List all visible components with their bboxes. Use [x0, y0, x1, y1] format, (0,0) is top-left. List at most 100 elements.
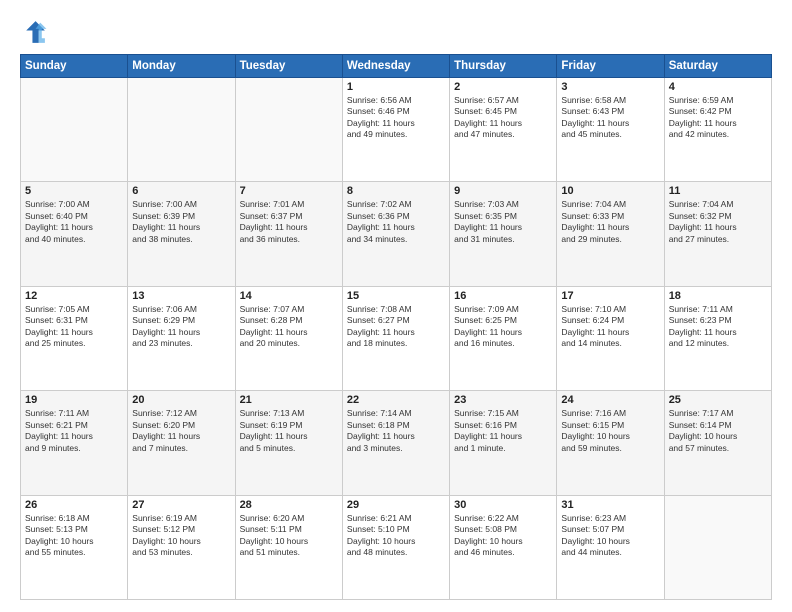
day-info: Sunrise: 7:17 AM Sunset: 6:14 PM Dayligh…	[669, 408, 767, 454]
day-number: 22	[347, 394, 445, 406]
calendar-cell: 6 Sunrise: 7:00 AM Sunset: 6:39 PM Daylig…	[128, 182, 235, 286]
day-info: Sunrise: 7:13 AM Sunset: 6:19 PM Dayligh…	[240, 408, 338, 454]
calendar-cell: 12Sunrise: 7:05 AM Sunset: 6:31 PM Dayli…	[21, 286, 128, 390]
day-number: 31	[561, 499, 659, 511]
day-number: 29	[347, 499, 445, 511]
day-number: 8	[347, 185, 445, 197]
calendar-cell: 25 Sunrise: 7:17 AM Sunset: 6:14 PM Dayli…	[664, 391, 771, 495]
weekday-header-row: SundayMondayTuesdayWednesdayThursdayFrid…	[21, 55, 772, 78]
day-info: Sunrise: 6:20 AM Sunset: 5:11 PM Dayligh…	[240, 513, 338, 559]
day-info: Sunrise: 7:06 AM Sunset: 6:29 PM Dayligh…	[132, 304, 230, 350]
day-info: Sunrise: 7:12 AM Sunset: 6:20 PM Dayligh…	[132, 408, 230, 454]
day-number: 6	[132, 185, 230, 197]
header	[20, 18, 772, 46]
day-info: Sunrise: 7:09 AM Sunset: 6:25 PM Dayligh…	[454, 304, 552, 350]
day-number: 23	[454, 394, 552, 406]
calendar-cell: 7 Sunrise: 7:01 AM Sunset: 6:37 PM Daylig…	[235, 182, 342, 286]
day-number: 19	[25, 394, 123, 406]
day-info: Sunrise: 7:04 AM Sunset: 6:33 PM Dayligh…	[561, 199, 659, 245]
day-info: Sunrise: 7:10 AM Sunset: 6:24 PM Dayligh…	[561, 304, 659, 350]
calendar-cell: 13Sunrise: 7:06 AM Sunset: 6:29 PM Dayli…	[128, 286, 235, 390]
day-number: 30	[454, 499, 552, 511]
weekday-header-sunday: Sunday	[21, 55, 128, 78]
day-number: 21	[240, 394, 338, 406]
day-number: 14	[240, 290, 338, 302]
calendar-cell: 10 Sunrise: 7:04 AM Sunset: 6:33 PM Dayli…	[557, 182, 664, 286]
day-info: Sunrise: 7:00 AM Sunset: 6:39 PM Dayligh…	[132, 199, 230, 245]
weekday-header-tuesday: Tuesday	[235, 55, 342, 78]
week-row-2: 5 Sunrise: 7:00 AM Sunset: 6:40 PM Daylig…	[21, 182, 772, 286]
calendar-cell: 2Sunrise: 6:57 AM Sunset: 6:45 PM Daylig…	[450, 78, 557, 182]
calendar-cell	[664, 495, 771, 599]
day-info: Sunrise: 7:05 AM Sunset: 6:31 PM Dayligh…	[25, 304, 123, 350]
day-number: 11	[669, 185, 767, 197]
logo-icon	[20, 18, 48, 46]
calendar-cell: 28Sunrise: 6:20 AM Sunset: 5:11 PM Dayli…	[235, 495, 342, 599]
calendar-cell: 30 Sunrise: 6:22 AM Sunset: 5:08 PM Dayli…	[450, 495, 557, 599]
day-number: 4	[669, 81, 767, 93]
day-info: Sunrise: 6:57 AM Sunset: 6:45 PM Dayligh…	[454, 95, 552, 141]
day-number: 1	[347, 81, 445, 93]
calendar-cell: 18 Sunrise: 7:11 AM Sunset: 6:23 PM Dayli…	[664, 286, 771, 390]
weekday-header-monday: Monday	[128, 55, 235, 78]
calendar-cell: 21 Sunrise: 7:13 AM Sunset: 6:19 PM Dayli…	[235, 391, 342, 495]
calendar-cell: 15Sunrise: 7:08 AM Sunset: 6:27 PM Dayli…	[342, 286, 449, 390]
day-number: 3	[561, 81, 659, 93]
calendar-cell: 23Sunrise: 7:15 AM Sunset: 6:16 PM Dayli…	[450, 391, 557, 495]
day-info: Sunrise: 6:21 AM Sunset: 5:10 PM Dayligh…	[347, 513, 445, 559]
calendar-cell: 19 Sunrise: 7:11 AM Sunset: 6:21 PM Dayli…	[21, 391, 128, 495]
week-row-3: 12Sunrise: 7:05 AM Sunset: 6:31 PM Dayli…	[21, 286, 772, 390]
calendar-cell: 1 Sunrise: 6:56 AM Sunset: 6:46 PM Daylig…	[342, 78, 449, 182]
calendar-cell: 5 Sunrise: 7:00 AM Sunset: 6:40 PM Daylig…	[21, 182, 128, 286]
day-info: Sunrise: 6:19 AM Sunset: 5:12 PM Dayligh…	[132, 513, 230, 559]
week-row-1: 1 Sunrise: 6:56 AM Sunset: 6:46 PM Daylig…	[21, 78, 772, 182]
weekday-header-friday: Friday	[557, 55, 664, 78]
day-number: 18	[669, 290, 767, 302]
weekday-header-thursday: Thursday	[450, 55, 557, 78]
day-info: Sunrise: 6:58 AM Sunset: 6:43 PM Dayligh…	[561, 95, 659, 141]
calendar-cell	[235, 78, 342, 182]
day-info: Sunrise: 7:03 AM Sunset: 6:35 PM Dayligh…	[454, 199, 552, 245]
day-number: 15	[347, 290, 445, 302]
weekday-header-wednesday: Wednesday	[342, 55, 449, 78]
day-info: Sunrise: 7:11 AM Sunset: 6:21 PM Dayligh…	[25, 408, 123, 454]
day-info: Sunrise: 6:56 AM Sunset: 6:46 PM Dayligh…	[347, 95, 445, 141]
day-number: 25	[669, 394, 767, 406]
day-info: Sunrise: 7:00 AM Sunset: 6:40 PM Dayligh…	[25, 199, 123, 245]
day-number: 9	[454, 185, 552, 197]
calendar-cell: 24 Sunrise: 7:16 AM Sunset: 6:15 PM Dayli…	[557, 391, 664, 495]
day-info: Sunrise: 7:16 AM Sunset: 6:15 PM Dayligh…	[561, 408, 659, 454]
calendar-cell: 31Sunrise: 6:23 AM Sunset: 5:07 PM Dayli…	[557, 495, 664, 599]
day-info: Sunrise: 6:59 AM Sunset: 6:42 PM Dayligh…	[669, 95, 767, 141]
logo	[20, 18, 52, 46]
day-info: Sunrise: 7:07 AM Sunset: 6:28 PM Dayligh…	[240, 304, 338, 350]
day-number: 7	[240, 185, 338, 197]
day-number: 17	[561, 290, 659, 302]
calendar-cell: 17 Sunrise: 7:10 AM Sunset: 6:24 PM Dayli…	[557, 286, 664, 390]
day-info: Sunrise: 7:14 AM Sunset: 6:18 PM Dayligh…	[347, 408, 445, 454]
calendar-cell: 22 Sunrise: 7:14 AM Sunset: 6:18 PM Dayli…	[342, 391, 449, 495]
calendar-cell: 3 Sunrise: 6:58 AM Sunset: 6:43 PM Daylig…	[557, 78, 664, 182]
week-row-4: 19 Sunrise: 7:11 AM Sunset: 6:21 PM Dayli…	[21, 391, 772, 495]
calendar-cell	[128, 78, 235, 182]
weekday-header-saturday: Saturday	[664, 55, 771, 78]
day-number: 26	[25, 499, 123, 511]
day-info: Sunrise: 7:11 AM Sunset: 6:23 PM Dayligh…	[669, 304, 767, 350]
calendar-cell: 9 Sunrise: 7:03 AM Sunset: 6:35 PM Daylig…	[450, 182, 557, 286]
day-info: Sunrise: 6:22 AM Sunset: 5:08 PM Dayligh…	[454, 513, 552, 559]
day-number: 5	[25, 185, 123, 197]
week-row-5: 26 Sunrise: 6:18 AM Sunset: 5:13 PM Dayli…	[21, 495, 772, 599]
day-info: Sunrise: 7:02 AM Sunset: 6:36 PM Dayligh…	[347, 199, 445, 245]
day-info: Sunrise: 6:18 AM Sunset: 5:13 PM Dayligh…	[25, 513, 123, 559]
calendar-cell: 27Sunrise: 6:19 AM Sunset: 5:12 PM Dayli…	[128, 495, 235, 599]
day-number: 24	[561, 394, 659, 406]
day-number: 10	[561, 185, 659, 197]
day-info: Sunrise: 7:01 AM Sunset: 6:37 PM Dayligh…	[240, 199, 338, 245]
calendar-cell: 14 Sunrise: 7:07 AM Sunset: 6:28 PM Dayli…	[235, 286, 342, 390]
calendar-cell: 8 Sunrise: 7:02 AM Sunset: 6:36 PM Daylig…	[342, 182, 449, 286]
page: SundayMondayTuesdayWednesdayThursdayFrid…	[0, 0, 792, 612]
day-info: Sunrise: 7:04 AM Sunset: 6:32 PM Dayligh…	[669, 199, 767, 245]
calendar-cell	[21, 78, 128, 182]
calendar-table: SundayMondayTuesdayWednesdayThursdayFrid…	[20, 54, 772, 600]
day-number: 16	[454, 290, 552, 302]
